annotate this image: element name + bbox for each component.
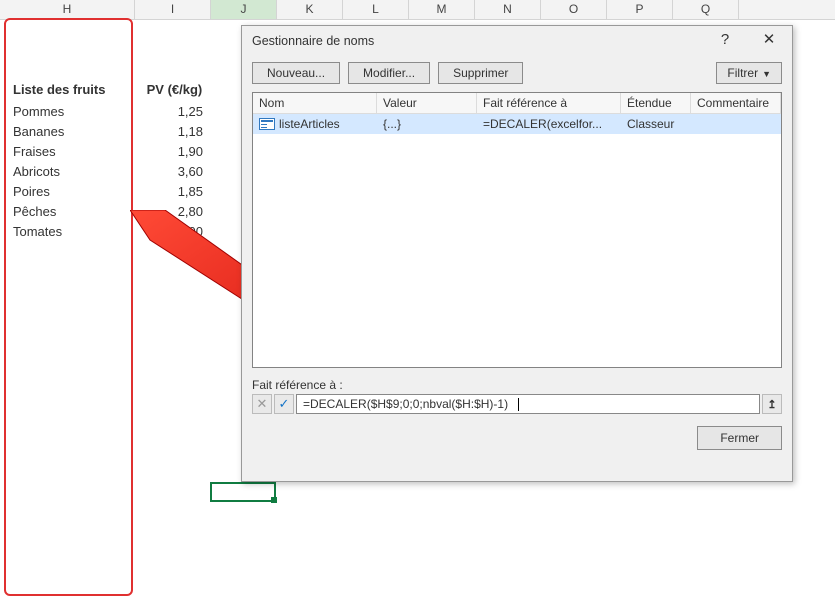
cancel-ref-button[interactable]: ✕ (252, 394, 272, 414)
scope-cell: Classeur (621, 114, 691, 134)
fruit-price: 3,00 (143, 224, 203, 239)
name-row[interactable]: listeArticles{...}=DECALER(excelfor...Cl… (253, 114, 781, 134)
fruit-row: Poires1,85 (13, 184, 227, 204)
refersto-row: ✕ ✓ =DECALER($H$9;0;0;nbval($H:$H)-1) ↥ (242, 392, 792, 414)
delete-button[interactable]: Supprimer (438, 62, 523, 84)
active-cell[interactable] (210, 482, 276, 502)
col-header-comment[interactable]: Commentaire (691, 93, 781, 113)
help-button[interactable]: ? (710, 32, 740, 50)
fruit-name: Bananes (13, 124, 143, 139)
col-header-name[interactable]: Nom (253, 93, 377, 113)
fruit-price: 1,85 (143, 184, 203, 199)
fruit-name: Abricots (13, 164, 143, 179)
col-header-value[interactable]: Valeur (377, 93, 477, 113)
refersto-cell: =DECALER(excelfor... (477, 114, 621, 134)
text-caret (518, 398, 519, 411)
dialog-titlebar: Gestionnaire de noms ? ✕ (242, 26, 792, 56)
apply-ref-button[interactable]: ✓ (274, 394, 294, 414)
fruit-header-name: Liste des fruits (13, 82, 143, 97)
fruit-price: 1,90 (143, 144, 203, 159)
new-button[interactable]: Nouveau... (252, 62, 340, 84)
col-header-i[interactable]: I (135, 0, 211, 19)
col-header-scope[interactable]: Étendue (621, 93, 691, 113)
refersto-value: =DECALER($H$9;0;0;nbval($H:$H)-1) (303, 397, 508, 411)
fruit-row: Pêches2,80 (13, 204, 227, 224)
fruit-row: Abricots3,60 (13, 164, 227, 184)
chevron-down-icon: ▼ (762, 69, 771, 79)
fruit-row: Bananes1,18 (13, 124, 227, 144)
dialog-toolbar: Nouveau... Modifier... Supprimer Filtrer… (242, 56, 792, 90)
fruit-price: 2,80 (143, 204, 203, 219)
fruit-table: Liste des fruits PV (€/kg) Pommes1,25Ban… (13, 82, 227, 244)
fruit-price: 1,18 (143, 124, 203, 139)
col-header-q[interactable]: Q (673, 0, 739, 19)
col-header-p[interactable]: P (607, 0, 673, 19)
named-range-icon (259, 118, 275, 130)
fruit-row: Fraises1,90 (13, 144, 227, 164)
value-cell: {...} (377, 114, 477, 134)
close-button[interactable]: ✕ (754, 32, 784, 50)
filter-button[interactable]: Filtrer▼ (716, 62, 782, 84)
fruit-price: 1,25 (143, 104, 203, 119)
refersto-input[interactable]: =DECALER($H$9;0;0;nbval($H:$H)-1) (296, 394, 760, 414)
close-dialog-button[interactable]: Fermer (697, 426, 782, 450)
fruit-row: Tomates3,00 (13, 224, 227, 244)
fruit-name: Poires (13, 184, 143, 199)
col-header-m[interactable]: M (409, 0, 475, 19)
comment-cell (691, 114, 781, 134)
fruit-price: 3,60 (143, 164, 203, 179)
edit-button[interactable]: Modifier... (348, 62, 430, 84)
col-header-l[interactable]: L (343, 0, 409, 19)
col-header-k[interactable]: K (277, 0, 343, 19)
collapse-icon[interactable]: ↥ (762, 394, 782, 414)
fruit-header-price: PV (€/kg) (147, 82, 227, 97)
name-cell: listeArticles (253, 114, 377, 134)
col-header-o[interactable]: O (541, 0, 607, 19)
name-manager-dialog: Gestionnaire de noms ? ✕ Nouveau... Modi… (241, 25, 793, 482)
column-headers: HIJKLMNOPQ (0, 0, 835, 20)
refersto-label: Fait référence à : (242, 378, 792, 392)
fruit-row: Pommes1,25 (13, 104, 227, 124)
col-header-n[interactable]: N (475, 0, 541, 19)
fruit-name: Fraises (13, 144, 143, 159)
names-list-header: Nom Valeur Fait référence à Étendue Comm… (253, 93, 781, 114)
fruit-name: Tomates (13, 224, 143, 239)
fruit-name: Pêches (13, 204, 143, 219)
col-header-h[interactable]: H (0, 0, 135, 19)
col-header-j[interactable]: J (211, 0, 277, 19)
names-list[interactable]: Nom Valeur Fait référence à Étendue Comm… (252, 92, 782, 368)
dialog-title: Gestionnaire de noms (252, 34, 374, 48)
fruit-name: Pommes (13, 104, 143, 119)
col-header-refersto[interactable]: Fait référence à (477, 93, 621, 113)
